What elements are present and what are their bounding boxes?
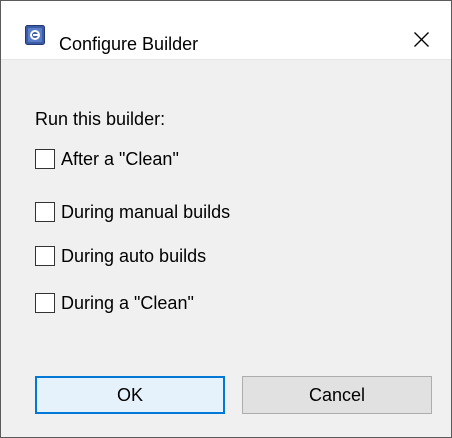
title-bar[interactable]: Configure Builder (1, 1, 451, 60)
close-button[interactable] (381, 1, 451, 59)
option-during-clean[interactable]: During a "Clean" (35, 290, 194, 316)
auto-builds-checkbox[interactable] (35, 246, 55, 266)
eclipse-app-icon (25, 25, 45, 45)
during-clean-checkbox[interactable] (35, 293, 55, 313)
window-title: Configure Builder (59, 34, 199, 54)
close-icon (414, 32, 429, 47)
option-label: During a "Clean" (61, 293, 194, 313)
option-during-manual-builds[interactable]: During manual builds (35, 199, 230, 225)
option-label: After a "Clean" (61, 149, 179, 169)
option-after-clean[interactable]: After a "Clean" (35, 146, 179, 172)
option-during-auto-builds[interactable]: During auto builds (35, 243, 206, 269)
option-label: During auto builds (61, 246, 207, 266)
manual-builds-checkbox[interactable] (35, 202, 55, 222)
ok-button[interactable]: OK (35, 376, 225, 414)
cancel-button[interactable]: Cancel (242, 376, 432, 414)
dialog-body: Run this builder: After a "Clean" During… (1, 60, 451, 437)
run-builder-heading: Run this builder: (35, 109, 166, 129)
configure-builder-dialog: Configure Builder Run this builder: Afte… (0, 0, 452, 438)
after-clean-checkbox[interactable] (35, 149, 55, 169)
option-label: During manual builds (61, 202, 231, 222)
